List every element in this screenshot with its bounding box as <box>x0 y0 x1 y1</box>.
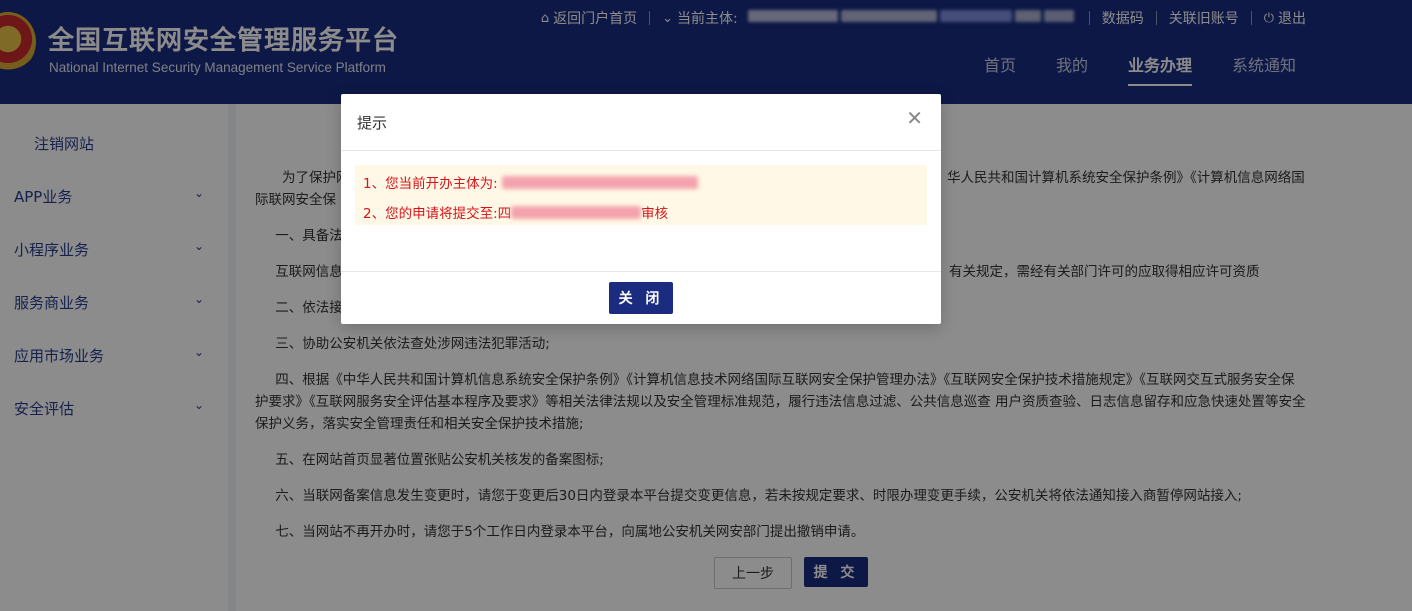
dialog-title: 提示 <box>357 114 388 132</box>
dialog-divider <box>341 150 941 151</box>
dialog-divider <box>341 271 941 272</box>
close-icon[interactable]: ✕ <box>906 108 923 128</box>
submit-to-suffix: 审核 <box>641 206 669 222</box>
dialog-line-entity: 1、您当前开办主体为: <box>363 172 698 192</box>
entity-name-redacted <box>501 175 698 189</box>
submit-to-redacted <box>511 205 642 219</box>
notice-dialog: 提示 ✕ 1、您当前开办主体为: 2、您的申请将提交至: 四 审核 关 闭 <box>341 94 941 324</box>
dialog-line-submit-to: 2、您的申请将提交至: 四 审核 <box>363 202 668 222</box>
submit-to-prefix: 2、您的申请将提交至: <box>363 206 498 222</box>
submit-to-lead: 四 <box>497 206 512 222</box>
dialog-warning-box: 1、您当前开办主体为: 2、您的申请将提交至: 四 审核 <box>355 165 927 225</box>
entity-prefix: 1、您当前开办主体为: <box>363 176 498 192</box>
close-button[interactable]: 关 闭 <box>609 282 673 314</box>
